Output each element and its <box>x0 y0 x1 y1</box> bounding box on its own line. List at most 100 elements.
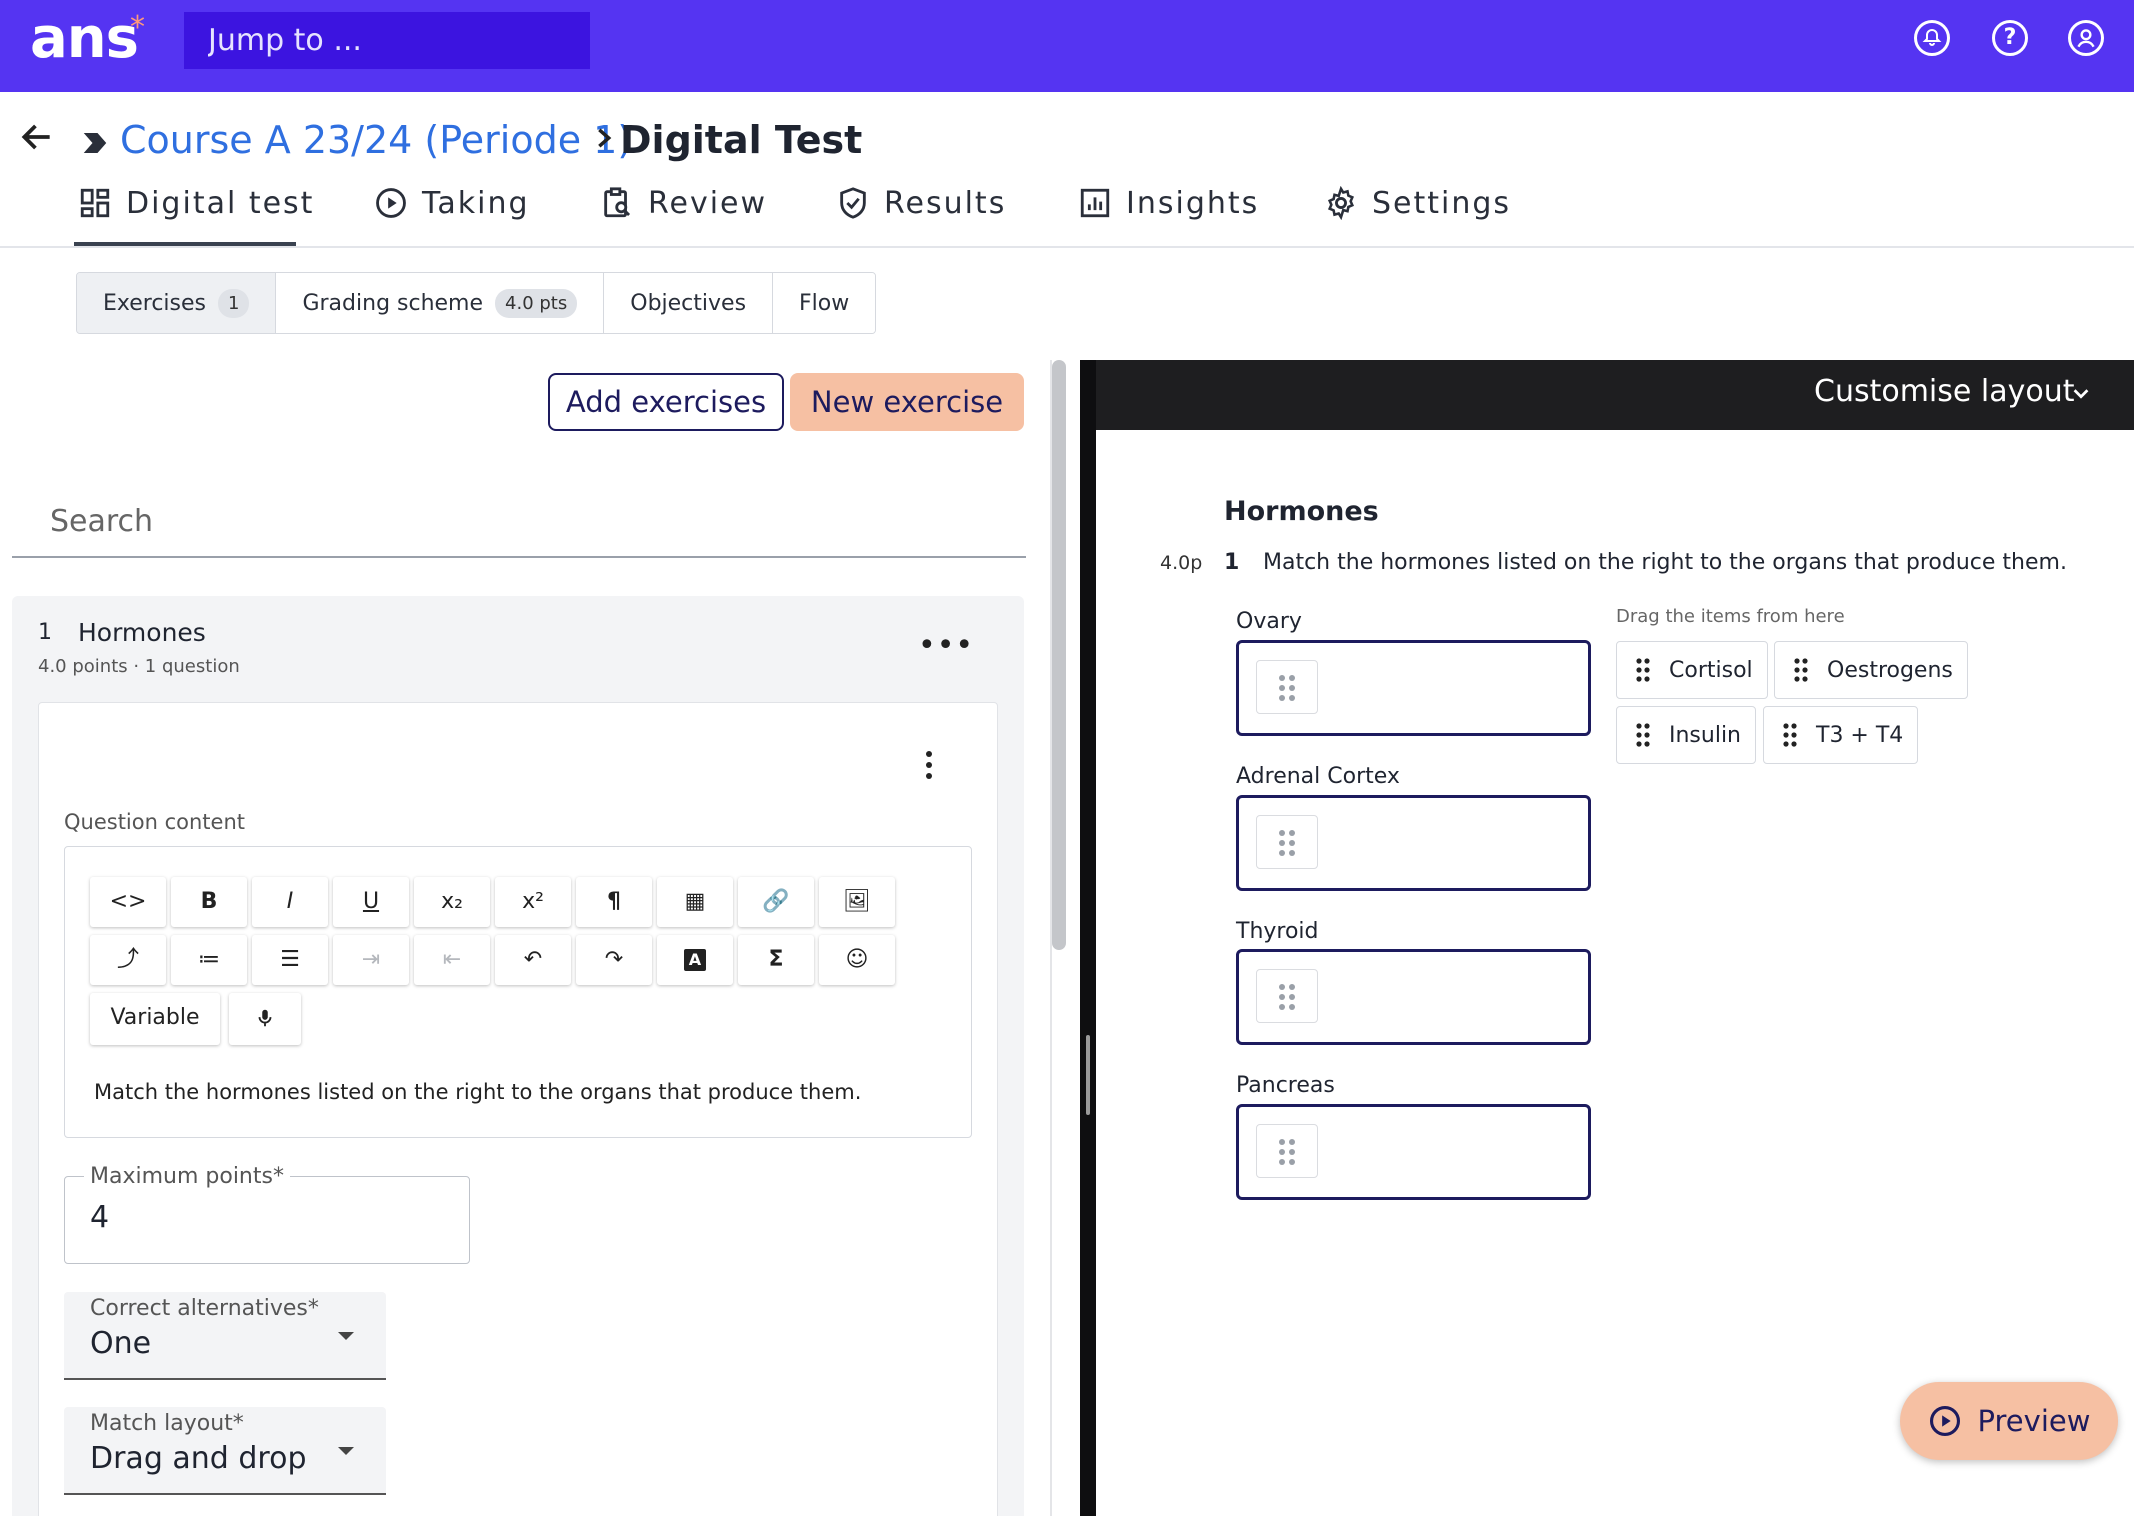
ordered-list-button[interactable]: ≔ <box>171 935 247 985</box>
question-text[interactable]: Match the hormones listed on the right t… <box>94 1080 861 1104</box>
drag-handle-icon <box>1636 723 1650 747</box>
tab-taking[interactable]: Taking <box>374 186 530 246</box>
scrollbar-thumb[interactable] <box>1052 360 1066 950</box>
splitter-handle[interactable] <box>1086 1035 1090 1115</box>
preview-points: 4.0p <box>1160 552 1203 574</box>
count-badge: 1 <box>218 288 250 318</box>
breadcrumb-separator <box>590 118 618 167</box>
exercise-number: 1 <box>38 620 52 645</box>
pane-splitter[interactable] <box>1080 360 1096 1516</box>
target-label-ovary: Ovary <box>1236 609 1302 634</box>
text-style-button[interactable]: A <box>657 935 733 985</box>
drag-handle-icon <box>1279 984 1295 1010</box>
drag-handle[interactable] <box>1256 1124 1318 1178</box>
maximum-points-value[interactable]: 4 <box>90 1200 109 1235</box>
code-button[interactable]: <> <box>90 877 166 927</box>
subtab-grading-scheme[interactable]: Grading scheme 4.0 pts <box>276 273 605 333</box>
drag-chip-oestrogens[interactable]: Oestrogens <box>1774 641 1968 699</box>
drop-target-pancreas[interactable] <box>1236 1104 1591 1200</box>
exercise-meta: 4.0 points · 1 question <box>38 656 240 677</box>
variable-button[interactable]: Variable <box>90 993 220 1045</box>
chevron-down-icon <box>338 1332 354 1340</box>
microphone-button[interactable] <box>229 993 301 1045</box>
gear-icon <box>1327 186 1355 220</box>
subscript-button[interactable]: x₂ <box>414 877 490 927</box>
drag-chip-t3-t4[interactable]: T3 + T4 <box>1763 706 1919 764</box>
bullet-list-button[interactable]: ☰ <box>252 935 328 985</box>
active-tab-indicator <box>74 242 296 246</box>
tab-settings[interactable]: Settings <box>1324 186 1511 246</box>
customise-layout-button[interactable]: Customise layout <box>1814 374 2075 409</box>
play-circle-icon <box>1929 1405 1960 1437</box>
exercise-more-icon[interactable]: ••• <box>918 628 974 663</box>
image-button[interactable]: 🖼 <box>819 877 895 927</box>
drag-handle-icon <box>1279 675 1295 701</box>
superscript-button[interactable]: x² <box>495 877 571 927</box>
question-more-icon[interactable] <box>924 750 934 780</box>
chevron-down-icon <box>338 1447 354 1455</box>
formula-button[interactable]: Σ <box>738 935 814 985</box>
drag-chip-insulin[interactable]: Insulin <box>1616 706 1757 764</box>
tab-divider <box>0 246 2134 248</box>
new-exercise-button[interactable]: New exercise <box>790 373 1024 431</box>
maximum-points-label: Maximum points* <box>84 1164 290 1189</box>
tab-label: Settings <box>1372 186 1512 221</box>
shield-check-icon <box>840 187 866 219</box>
link-button[interactable]: 🔗 <box>738 877 814 927</box>
tab-review[interactable]: Review <box>600 186 767 246</box>
drag-handle[interactable] <box>1256 969 1318 1023</box>
paragraph-button[interactable]: ¶ <box>576 877 652 927</box>
subtab-label: Exercises <box>103 290 207 316</box>
outdent-button[interactable]: ⇤ <box>414 935 490 985</box>
add-exercises-button[interactable]: Add exercises <box>548 373 784 431</box>
bar-chart-icon <box>1080 188 1110 218</box>
target-label-pancreas: Pancreas <box>1236 1073 1335 1098</box>
emoji-button[interactable]: ☺ <box>819 935 895 985</box>
underline-button[interactable]: U <box>333 877 409 927</box>
points-badge: 4.0 pts <box>495 288 578 318</box>
text-style-icon: A <box>684 949 706 971</box>
bold-button[interactable]: B <box>171 877 247 927</box>
drag-hint: Drag the items from here <box>1616 606 1845 627</box>
chip-label: Cortisol <box>1669 657 1753 683</box>
breadcrumb-course-link[interactable]: Course A 23/24 (Periode 1) <box>120 118 632 162</box>
subtab-exercises[interactable]: Exercises 1 <box>77 273 277 333</box>
drop-target-ovary[interactable] <box>1236 640 1591 736</box>
notification-icon[interactable] <box>1914 20 1950 56</box>
microphone-icon <box>258 1009 272 1027</box>
back-arrow-icon[interactable] <box>18 118 56 165</box>
drop-target-thyroid[interactable] <box>1236 949 1591 1045</box>
chevron-down-icon[interactable] <box>2070 382 2092 404</box>
breadcrumb-chevron-icon <box>83 133 107 153</box>
tab-digital-test[interactable]: Digital test <box>78 186 314 246</box>
help-icon[interactable]: ? <box>1992 20 2028 56</box>
logo[interactable]: ans <box>30 6 139 71</box>
preview-button-label: Preview <box>1977 1404 2091 1438</box>
subtab-flow[interactable]: Flow <box>773 273 876 333</box>
chip-label: Oestrogens <box>1827 657 1953 683</box>
jump-to-input[interactable] <box>184 12 590 69</box>
maximum-points-field[interactable] <box>64 1176 470 1264</box>
tab-results[interactable]: Results <box>836 186 1006 246</box>
search-input[interactable] <box>12 486 1026 558</box>
account-icon[interactable] <box>2068 20 2104 56</box>
redo-button[interactable]: ↷ <box>576 935 652 985</box>
drag-chip-cortisol[interactable]: Cortisol <box>1616 641 1768 699</box>
italic-button[interactable]: I <box>252 877 328 927</box>
clipboard-search-icon <box>604 187 631 218</box>
drop-target-adrenal-cortex[interactable] <box>1236 795 1591 891</box>
indent-button[interactable]: ⇥ <box>333 935 409 985</box>
chip-label: Insulin <box>1669 722 1742 748</box>
tab-label: Results <box>884 186 1007 221</box>
exercise-title[interactable]: Hormones <box>78 618 206 647</box>
subtab-objectives[interactable]: Objectives <box>604 273 774 333</box>
preview-button[interactable]: Preview <box>1900 1382 2118 1460</box>
upload-button[interactable]: ⤴ <box>90 935 166 985</box>
undo-button[interactable]: ↶ <box>495 935 571 985</box>
table-button[interactable]: ▦ <box>657 877 733 927</box>
drag-handle[interactable] <box>1256 660 1318 714</box>
tab-label: Taking <box>422 186 530 221</box>
tab-insights[interactable]: Insights <box>1078 186 1259 246</box>
subtabs: Exercises 1 Grading scheme 4.0 pts Objec… <box>76 272 877 334</box>
drag-handle[interactable] <box>1256 815 1318 869</box>
